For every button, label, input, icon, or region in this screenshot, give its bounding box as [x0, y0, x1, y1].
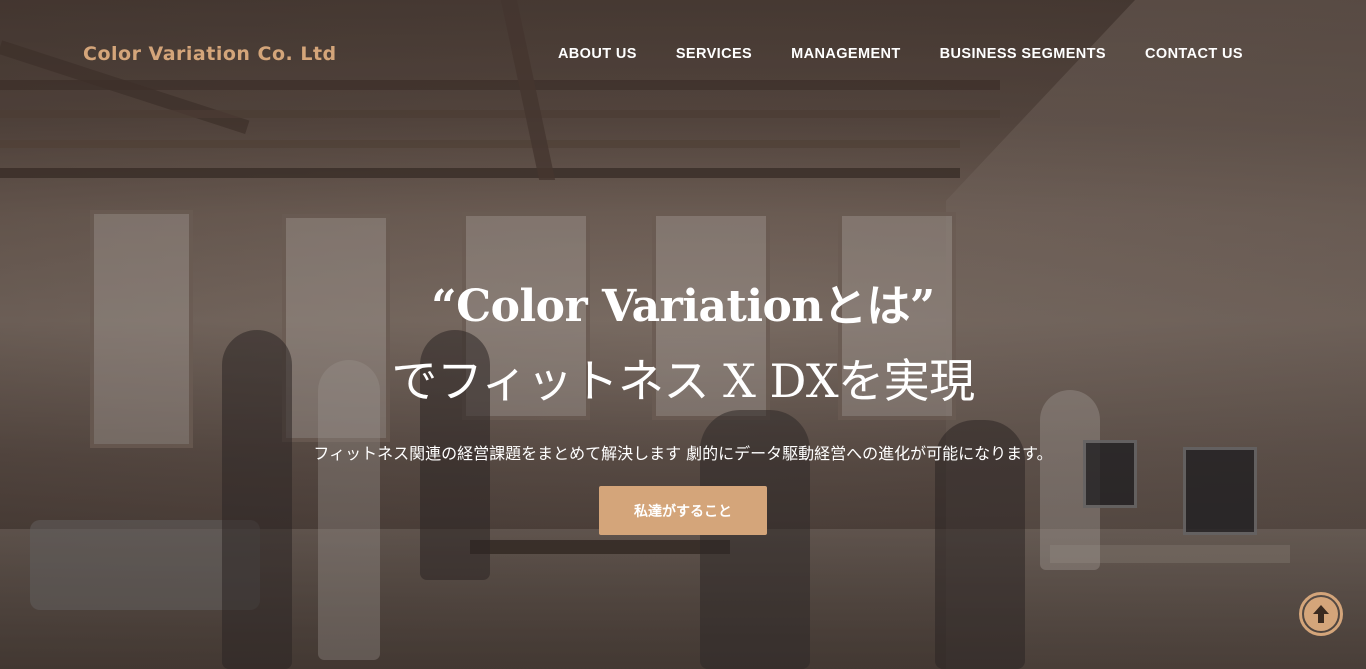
nav-contact-us[interactable]: CONTACT US: [1145, 46, 1243, 62]
arrow-up-icon: [1304, 597, 1338, 631]
nav-services[interactable]: SERVICES: [676, 46, 752, 62]
hero-title: “Color Variationとは”: [431, 281, 935, 332]
hero-section: Color Variation Co. Ltd ABOUT US SERVICE…: [0, 0, 1366, 669]
scroll-to-top-button[interactable]: [1299, 592, 1343, 636]
nav-about-us[interactable]: ABOUT US: [558, 46, 637, 62]
hero-title-line2: でフィットネス X DXを実現: [391, 354, 975, 408]
what-we-do-button[interactable]: 私達がすること: [599, 486, 767, 535]
brand-logo[interactable]: Color Variation Co. Ltd: [83, 43, 337, 65]
nav-business-segments[interactable]: BUSINESS SEGMENTS: [940, 46, 1106, 62]
hero-subtitle: フィットネス関連の経営課題をまとめて解決します 劇的にデータ駆動経営への進化が可…: [313, 444, 1053, 463]
nav-management[interactable]: MANAGEMENT: [791, 46, 901, 62]
main-nav: ABOUT US SERVICES MANAGEMENT BUSINESS SE…: [519, 46, 1243, 62]
hero-overlay: [0, 0, 1366, 669]
